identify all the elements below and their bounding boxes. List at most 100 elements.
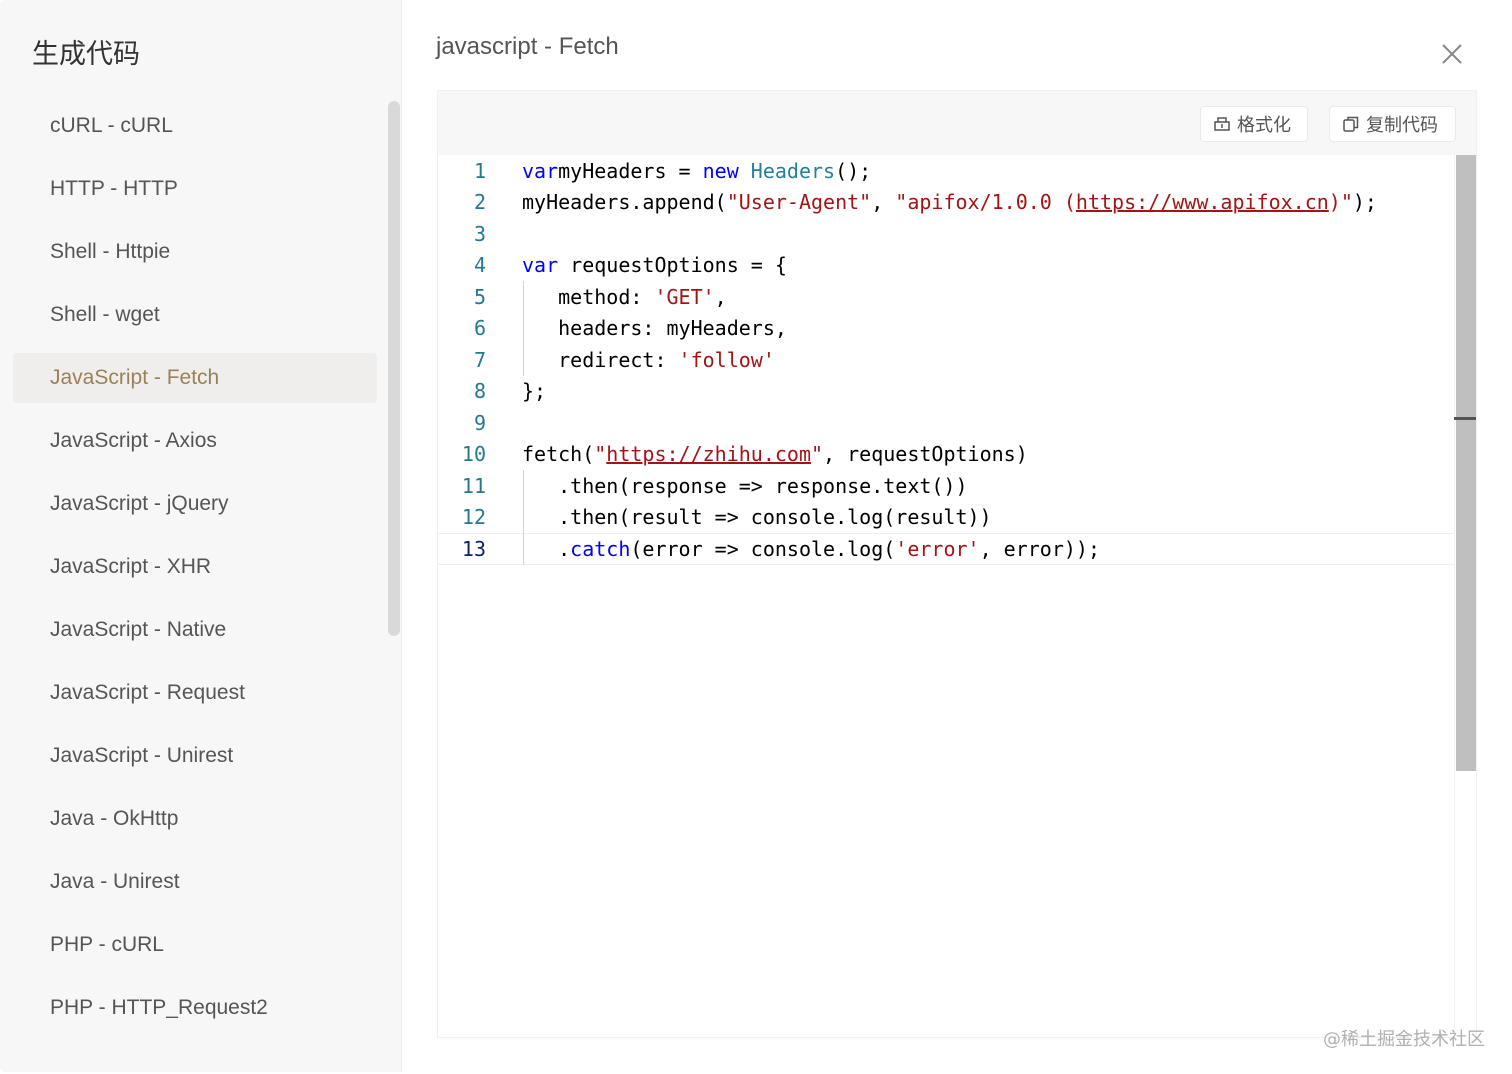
line-number: 11 bbox=[461, 473, 486, 498]
code-token: 'GET' bbox=[654, 284, 715, 309]
code-line[interactable]: 6 headers: myHeaders, bbox=[438, 313, 1474, 345]
sidebar-item-label: Shell - wget bbox=[50, 303, 160, 326]
sidebar-item[interactable]: Java - OkHttp bbox=[13, 794, 377, 844]
sidebar-title: 生成代码 bbox=[32, 39, 140, 70]
sidebar-item[interactable]: JavaScript - Axios bbox=[13, 416, 377, 466]
sidebar-item-label: JavaScript - Axios bbox=[50, 429, 217, 452]
sidebar-item-label: JavaScript - XHR bbox=[50, 555, 212, 578]
code-token: , error)); bbox=[979, 536, 1101, 561]
code-token: method: bbox=[522, 284, 655, 309]
code-token: new bbox=[702, 158, 739, 183]
code-line[interactable]: 13 .catch(error => console.log('error', … bbox=[438, 533, 1474, 565]
code-token: Headers bbox=[750, 158, 836, 183]
code-token: (error => console.log( bbox=[630, 536, 896, 561]
line-code: myHeaders.append("User-Agent", "apifox/1… bbox=[522, 190, 1377, 214]
language-list: cURL - cURL HTTP - HTTP Shell - Httpie Shel… bbox=[13, 101, 377, 1046]
code-token: . bbox=[522, 536, 571, 561]
code-line[interactable]: 9 bbox=[438, 407, 1474, 439]
sidebar-item[interactable]: JavaScript - Unirest bbox=[13, 731, 377, 781]
code-link[interactable]: https://zhihu.com bbox=[606, 442, 811, 466]
code-line[interactable]: 11 .then(response => response.text()) bbox=[438, 470, 1474, 502]
watermark: @稀土掘金技术社区 bbox=[1323, 1029, 1485, 1050]
code-line[interactable]: 7 redirect: 'follow' bbox=[438, 344, 1474, 376]
line-number: 9 bbox=[473, 410, 486, 435]
line-number: 7 bbox=[473, 347, 486, 372]
sidebar-item-label: JavaScript - Unirest bbox=[50, 744, 234, 767]
code-link[interactable]: https://www.apifox.cn bbox=[1076, 190, 1329, 214]
copy-icon bbox=[1343, 116, 1359, 132]
close-button[interactable] bbox=[1438, 40, 1466, 68]
code-token: (); bbox=[835, 158, 872, 183]
sidebar-item[interactable]: JavaScript - jQuery bbox=[13, 479, 377, 529]
code-token: , requestOptions) bbox=[823, 442, 1028, 467]
sidebar-item[interactable]: Shell - wget bbox=[13, 290, 377, 340]
code-line[interactable]: 4 var requestOptions = { bbox=[438, 250, 1474, 282]
copy-label: 复制代码 bbox=[1366, 115, 1438, 136]
line-code: var requestOptions = { bbox=[522, 253, 787, 277]
code-token: catch bbox=[570, 536, 631, 561]
line-code: .catch(error => console.log('error', err… bbox=[522, 537, 1100, 561]
format-button[interactable]: 格式化 bbox=[1200, 106, 1308, 142]
sidebar-item[interactable]: HTTP - HTTP bbox=[13, 164, 377, 214]
sidebar-item-label: JavaScript - Fetch bbox=[50, 366, 220, 389]
sidebar-item-label: JavaScript - jQuery bbox=[50, 492, 229, 515]
code-token: var bbox=[522, 158, 559, 183]
sidebar-item-label: HTTP - HTTP bbox=[50, 177, 178, 200]
code-scroll-position-marker bbox=[1454, 417, 1476, 420]
code-token: }; bbox=[522, 379, 547, 404]
copy-code-button[interactable]: 复制代码 bbox=[1329, 106, 1456, 142]
code-line[interactable]: 8}; bbox=[438, 376, 1474, 408]
sidebar-item-label: JavaScript - Native bbox=[50, 618, 227, 641]
sidebar-scrollbar[interactable] bbox=[388, 101, 400, 636]
sidebar-item[interactable]: JavaScript - Native bbox=[13, 605, 377, 655]
code-token: myHeaders = bbox=[558, 158, 703, 183]
sidebar-item[interactable]: PHP - HTTP_Request2 bbox=[13, 983, 377, 1033]
code-line[interactable]: 12 .then(result => console.log(result)) bbox=[438, 502, 1474, 534]
code-token: myHeaders.append( bbox=[522, 190, 727, 215]
line-code: varmyHeaders = new Headers(); bbox=[522, 159, 871, 183]
line-number: 3 bbox=[473, 221, 486, 246]
code-token: .then(result => console.log(result)) bbox=[522, 505, 992, 530]
code-toolbar: 格式化 复制代码 bbox=[438, 91, 1476, 155]
sidebar-item-label: JavaScript - Request bbox=[50, 681, 245, 704]
code-token: " bbox=[594, 442, 607, 467]
code-token: redirect: bbox=[522, 347, 679, 372]
sidebar-item[interactable]: JavaScript - XHR bbox=[13, 542, 377, 592]
code-scroll-thumb[interactable] bbox=[1456, 155, 1476, 771]
sidebar-item[interactable]: cURL - cURL bbox=[13, 101, 377, 151]
line-code: method: 'GET', bbox=[522, 285, 727, 309]
code-editor[interactable]: 1 varmyHeaders = new Headers(); 2 myHeaders… bbox=[438, 155, 1474, 1039]
page-title: javascript - Fetch bbox=[436, 33, 619, 60]
generate-code-modal: 生成代码 cURL - cURL HTTP - HTTP Shell - Httpi… bbox=[0, 0, 1510, 1072]
code-line[interactable]: 2 myHeaders.append("User-Agent", "apifox/… bbox=[438, 187, 1474, 219]
code-token: "User-Agent" bbox=[726, 190, 872, 215]
sidebar-item[interactable]: PHP - cURL bbox=[13, 920, 377, 970]
code-token: "apifox/1.0.0 ( bbox=[895, 190, 1076, 215]
line-number: 5 bbox=[473, 284, 486, 309]
code-token: " bbox=[811, 442, 824, 467]
code-line[interactable]: 1 varmyHeaders = new Headers(); bbox=[438, 155, 1474, 187]
line-number: 12 bbox=[461, 505, 486, 530]
sidebar-item[interactable]: Java - Unirest bbox=[13, 857, 377, 907]
line-number: 1 bbox=[473, 158, 486, 183]
format-label: 格式化 bbox=[1237, 115, 1291, 136]
code-line[interactable]: 10 fetch("https://zhihu.com", requestOpti… bbox=[438, 439, 1474, 471]
code-line[interactable]: 3 bbox=[438, 218, 1474, 250]
code-token: var bbox=[522, 253, 559, 278]
line-code: fetch("https://zhihu.com", requestOption… bbox=[522, 442, 1028, 466]
line-code: }; bbox=[522, 379, 546, 403]
code-line[interactable]: 5 method: 'GET', bbox=[438, 281, 1474, 313]
sidebar-item[interactable]: JavaScript - Fetch bbox=[13, 353, 377, 403]
code-token: requestOptions = { bbox=[558, 253, 787, 278]
line-number: 2 bbox=[473, 190, 486, 215]
code-token: , bbox=[714, 284, 727, 309]
sidebar-item[interactable]: JavaScript - Request bbox=[13, 668, 377, 718]
indent-guide bbox=[523, 470, 524, 565]
code-token: 'follow' bbox=[678, 347, 775, 372]
sidebar-item[interactable]: Shell - Httpie bbox=[13, 227, 377, 277]
sidebar-item-label: PHP - cURL bbox=[50, 933, 164, 956]
code-token: 'error' bbox=[895, 536, 980, 561]
line-number: 10 bbox=[461, 442, 486, 467]
line-number: 8 bbox=[473, 379, 486, 404]
